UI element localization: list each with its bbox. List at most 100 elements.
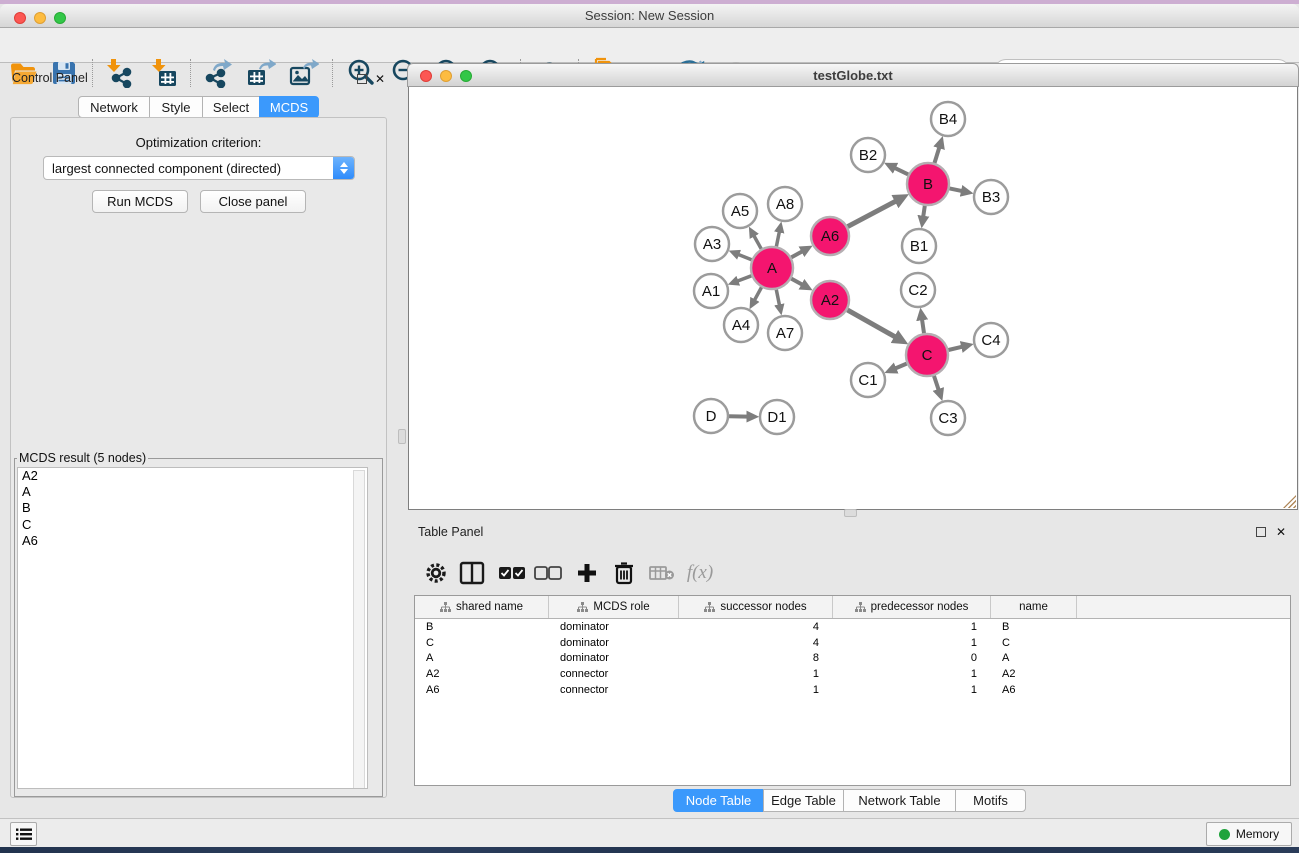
tab-edge-table[interactable]: Edge Table <box>763 789 844 812</box>
mcds-result-item[interactable]: C <box>18 517 367 533</box>
zoom-in-icon[interactable] <box>343 55 379 91</box>
graph-edge[interactable] <box>935 147 940 163</box>
table-cell[interactable]: 1 <box>833 637 991 649</box>
network-canvas[interactable]: AA6A2BCA1A3A4A5A7A8B1B2B3B4C1C2C3C4DD1 <box>408 87 1298 510</box>
mcds-result-item[interactable]: B <box>18 500 367 516</box>
graph-edge[interactable] <box>791 251 802 257</box>
tab-select[interactable]: Select <box>202 96 260 118</box>
graph-edge[interactable] <box>754 236 761 249</box>
tab-mcds[interactable]: MCDS <box>259 96 319 118</box>
tab-network-table[interactable]: Network Table <box>843 789 956 812</box>
show-panels-button[interactable] <box>10 822 37 846</box>
graph-edge[interactable] <box>934 376 939 390</box>
mcds-result-item[interactable]: A <box>18 484 367 500</box>
graph-edge[interactable] <box>923 206 925 217</box>
create-column-icon[interactable] <box>570 556 604 590</box>
graph-edge[interactable] <box>948 347 962 350</box>
table-cell[interactable]: A6 <box>415 684 549 696</box>
control-panel-close-button[interactable]: ✕ <box>375 73 385 85</box>
graph-edge[interactable] <box>776 232 779 247</box>
graph-edge[interactable] <box>847 310 895 337</box>
control-panel-float-button[interactable] <box>357 74 367 84</box>
table-cell[interactable]: connector <box>549 684 679 696</box>
tab-node-table[interactable]: Node Table <box>673 789 764 812</box>
export-network-icon[interactable] <box>200 55 236 91</box>
column-header-predecessor-nodes[interactable]: predecessor nodes <box>833 596 991 618</box>
column-header-name[interactable]: name <box>991 596 1077 618</box>
table-cell[interactable]: A2 <box>415 668 549 680</box>
table-cell[interactable]: 1 <box>679 684 833 696</box>
tab-motifs[interactable]: Motifs <box>955 789 1026 812</box>
table-cell[interactable]: dominator <box>549 621 679 633</box>
table-row[interactable]: A6connector11A6 <box>415 682 1290 698</box>
table-cell[interactable]: 0 <box>833 652 991 664</box>
tab-network[interactable]: Network <box>78 96 150 118</box>
tab-style[interactable]: Style <box>149 96 203 118</box>
select-all-icon[interactable] <box>495 556 529 590</box>
graph-edge[interactable] <box>791 279 802 285</box>
table-cell[interactable]: C <box>991 637 1077 649</box>
close-panel-button[interactable]: Close panel <box>200 190 306 213</box>
graph-edge[interactable] <box>754 287 761 300</box>
import-network-icon[interactable] <box>100 55 136 91</box>
table-cell[interactable]: A2 <box>991 668 1077 680</box>
delete-column-icon[interactable] <box>607 556 641 590</box>
table-cell[interactable]: 8 <box>679 652 833 664</box>
graph-node-label: A8 <box>776 196 794 213</box>
table-panel-float-button[interactable] <box>1256 527 1266 537</box>
table-cell[interactable]: 1 <box>833 684 991 696</box>
table-cell[interactable]: A6 <box>991 684 1077 696</box>
table-cell[interactable]: A <box>991 652 1077 664</box>
mcds-result-item[interactable]: A2 <box>18 468 367 484</box>
import-table-icon[interactable] <box>145 55 181 91</box>
graph-edge[interactable] <box>848 201 897 227</box>
network-graph[interactable]: AA6A2BCA1A3A4A5A7A8B1B2B3B4C1C2C3C4DD1 <box>409 87 1297 508</box>
graph-edge[interactable] <box>922 319 924 333</box>
graph-edge[interactable] <box>950 188 963 191</box>
column-header-successor-nodes[interactable]: successor nodes <box>679 596 833 618</box>
table-panel-tabbar: Node Table Edge Table Network Table Moti… <box>673 789 1026 812</box>
graph-edge[interactable] <box>895 364 907 369</box>
graph-node-label: B1 <box>910 238 928 255</box>
table-cell[interactable]: B <box>415 621 549 633</box>
mcds-result-item[interactable]: A6 <box>18 533 367 549</box>
graph-edge[interactable] <box>737 276 751 281</box>
deselect-all-icon[interactable] <box>531 556 565 590</box>
column-header-mcds-role[interactable]: MCDS role <box>549 596 679 618</box>
table-cell[interactable]: 1 <box>833 668 991 680</box>
table-cell[interactable]: B <box>991 621 1077 633</box>
show-column-icon[interactable] <box>455 556 489 590</box>
graph-edge[interactable] <box>776 290 779 306</box>
graph-node-label: C1 <box>858 372 877 389</box>
table-cell[interactable]: dominator <box>549 637 679 649</box>
table-cell[interactable]: 4 <box>679 621 833 633</box>
table-cell[interactable]: 1 <box>833 621 991 633</box>
graph-node-label: D <box>706 408 717 425</box>
column-header-shared-name[interactable]: shared name <box>415 596 549 618</box>
table-cell[interactable]: A <box>415 652 549 664</box>
main-titlebar[interactable]: Session: New Session <box>0 4 1299 28</box>
export-table-icon[interactable] <box>243 55 279 91</box>
table-row[interactable]: Cdominator41C <box>415 635 1290 651</box>
table-panel-close-button[interactable]: ✕ <box>1276 526 1286 538</box>
memory-button[interactable]: Memory <box>1206 822 1292 846</box>
table-cell[interactable]: C <box>415 637 549 649</box>
table-row[interactable]: Bdominator41B <box>415 619 1290 635</box>
export-image-icon[interactable] <box>286 55 322 91</box>
run-mcds-button[interactable]: Run MCDS <box>92 190 188 213</box>
table-cell[interactable]: 1 <box>679 668 833 680</box>
network-window-titlebar[interactable]: testGlobe.txt <box>407 63 1299 87</box>
result-list-scrollbar[interactable] <box>353 470 365 789</box>
settings-gear-icon[interactable] <box>419 556 453 590</box>
table-row[interactable]: A2connector11A2 <box>415 666 1290 682</box>
mcds-result-list[interactable]: A2ABCA6 <box>17 467 368 789</box>
table-cell[interactable]: connector <box>549 668 679 680</box>
criterion-dropdown[interactable]: largest connected component (directed) <box>43 156 355 180</box>
network-vertical-scrollbar[interactable] <box>398 429 406 444</box>
table-cell[interactable]: dominator <box>549 652 679 664</box>
table-cell[interactable]: 4 <box>679 637 833 649</box>
graph-edge[interactable] <box>738 254 752 259</box>
network-horizontal-scrollbar[interactable] <box>844 509 857 517</box>
table-row[interactable]: Adominator80A <box>415 650 1290 666</box>
graph-edge[interactable] <box>895 168 909 175</box>
